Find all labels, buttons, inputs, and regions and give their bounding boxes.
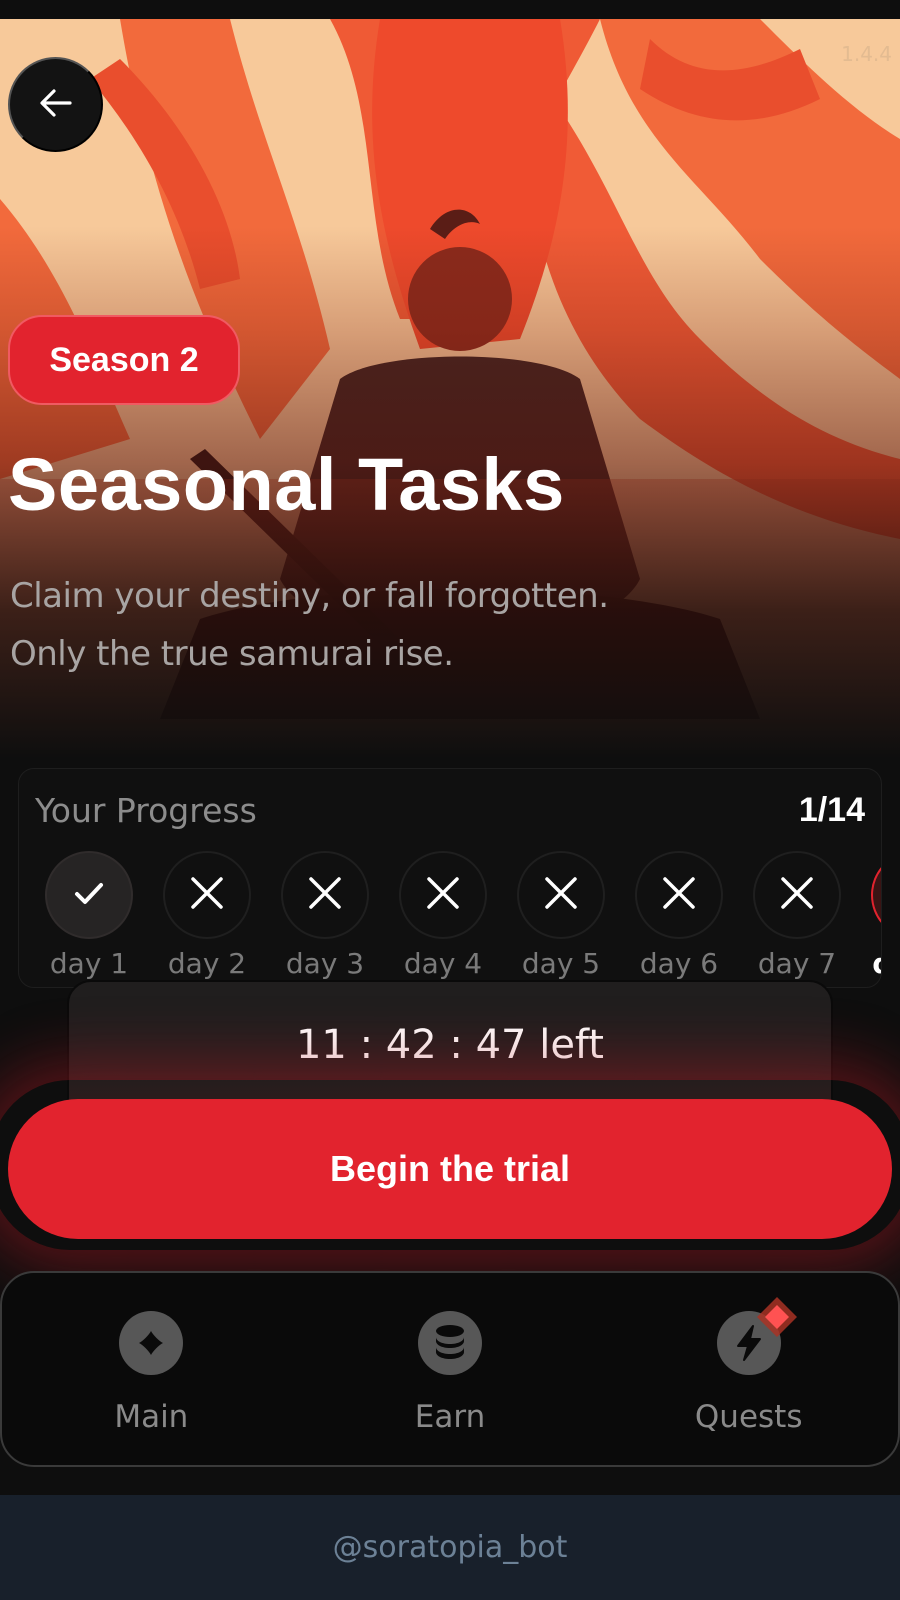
nav-label: Quests <box>694 1399 803 1435</box>
season-badge: Season 2 <box>8 315 240 405</box>
check-icon <box>71 875 107 915</box>
day-item-8[interactable]: day 8 <box>871 851 881 980</box>
day-label: day 2 <box>167 947 247 980</box>
x-icon <box>307 875 343 915</box>
database-stack-icon <box>418 1311 482 1375</box>
day-list[interactable]: day 1 day 2 day 3 day 4 day 5 day 6 day … <box>45 851 881 980</box>
day-status-circle <box>281 851 369 939</box>
status-bar-strip <box>0 0 900 19</box>
day-label: day 5 <box>521 947 601 980</box>
page-title: Seasonal Tasks <box>8 443 565 526</box>
day-status-circle <box>399 851 487 939</box>
day-status-circle <box>163 851 251 939</box>
nav-item-earn[interactable]: Earn <box>301 1273 600 1465</box>
progress-label: Your Progress <box>35 791 257 830</box>
subtitle-line: Only the true samurai rise. <box>10 634 454 674</box>
day-label: day 3 <box>285 947 365 980</box>
nav-item-quests[interactable]: Quests <box>599 1273 898 1465</box>
red-diamond-badge-icon <box>756 1297 797 1337</box>
bot-footer: @soratopia_bot <box>0 1495 900 1600</box>
x-icon <box>661 875 697 915</box>
x-icon <box>543 875 579 915</box>
countdown-timer: 11 : 42 : 47 left <box>295 1022 604 1068</box>
begin-trial-button[interactable]: Begin the trial <box>8 1099 892 1239</box>
day-item-6[interactable]: day 6 <box>635 851 723 980</box>
x-icon <box>425 875 461 915</box>
day-status-circle-current <box>871 851 881 939</box>
day-label: day 6 <box>639 947 719 980</box>
progress-count: 1/14 <box>798 791 865 829</box>
day-item-1[interactable]: day 1 <box>45 851 133 980</box>
version-label: 1.4.4 <box>841 42 892 66</box>
day-item-4[interactable]: day 4 <box>399 851 487 980</box>
day-status-circle <box>45 851 133 939</box>
back-button[interactable] <box>8 57 103 152</box>
day-label: day 1 <box>49 947 129 980</box>
bottom-nav: Main Earn Quests <box>0 1271 900 1467</box>
diamond-coin-icon <box>119 1311 184 1375</box>
subtitle-line: Claim your destiny, or fall forgotten. <box>10 576 609 616</box>
arrow-left-icon <box>36 83 76 126</box>
x-icon <box>779 875 815 915</box>
lightning-icon <box>716 1297 797 1375</box>
day-item-2[interactable]: day 2 <box>163 851 251 980</box>
day-item-5[interactable]: day 5 <box>517 851 605 980</box>
day-status-circle <box>517 851 605 939</box>
nav-label: Main <box>114 1399 189 1435</box>
nav-item-main[interactable]: Main <box>2 1273 301 1465</box>
bot-handle[interactable]: @soratopia_bot <box>333 1530 568 1565</box>
progress-card: Your Progress 1/14 day 1 day 2 day 3 day… <box>18 768 882 988</box>
day-label: day 8 <box>872 947 881 980</box>
x-icon <box>189 875 225 915</box>
day-item-3[interactable]: day 3 <box>281 851 369 980</box>
day-label: day 7 <box>757 947 837 980</box>
page-subtitle: Claim your destiny, or fall forgotten. O… <box>10 567 609 683</box>
day-item-7[interactable]: day 7 <box>753 851 841 980</box>
day-label: day 4 <box>403 947 483 980</box>
nav-label: Earn <box>414 1399 486 1435</box>
day-status-circle <box>753 851 841 939</box>
day-status-circle <box>635 851 723 939</box>
